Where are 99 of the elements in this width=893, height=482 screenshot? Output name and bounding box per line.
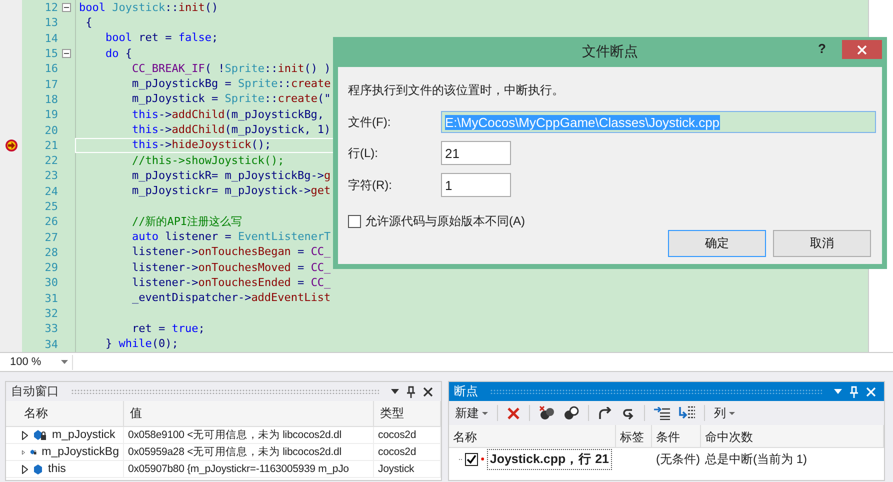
redo-arrow-icon[interactable]	[598, 406, 612, 420]
code-line: auto listener = EventListenerT	[130, 230, 331, 244]
line-number: 21	[44, 138, 58, 152]
caret-icon	[729, 412, 735, 414]
line-number: 27	[44, 230, 58, 244]
code-line: ret = true;	[130, 322, 205, 336]
breakpoint-name[interactable]: Joystick.cpp，行 21	[486, 448, 612, 470]
field-label: 字符(R):	[348, 176, 393, 194]
column-header[interactable]: 类型	[374, 401, 441, 427]
checkbox[interactable]	[348, 215, 361, 228]
variable-name: m_pJoystick	[52, 429, 116, 441]
code-line: {	[84, 16, 92, 30]
private-field-icon	[33, 429, 47, 441]
line-number: 17	[44, 78, 58, 91]
checkbox[interactable]	[464, 452, 478, 466]
line-number: 33	[44, 322, 58, 336]
line-number: 29	[44, 261, 58, 274]
columns-menu-button[interactable]: 列	[714, 404, 735, 422]
line-number: 14	[44, 32, 58, 45]
collapse-icon[interactable]	[62, 49, 71, 58]
line-number: 18	[44, 92, 58, 106]
line-number: 25	[44, 200, 58, 213]
code-line: listener->onTouchesBegan = CC_	[130, 245, 331, 260]
variable-value: 0x058e9100 <无可用信息，未为 libcocos2d.dl	[128, 428, 342, 442]
variable-type: cocos2d	[378, 446, 416, 458]
new-menu-button[interactable]: 新建	[455, 404, 488, 422]
column-header[interactable]: 名称	[449, 425, 616, 448]
line-number: 12	[44, 1, 58, 14]
dialog-message: 程序执行到文件的该位置时，中断执行。	[348, 82, 565, 99]
variable-value: 0x05907b80 {m_pJoystickr=-1163005939 m_pJo	[128, 463, 349, 475]
line-number: 15	[44, 47, 58, 60]
line-number: 26	[44, 215, 58, 228]
export-list-icon[interactable]	[654, 406, 670, 420]
panel-title: 断点	[454, 383, 478, 400]
line-number: 23	[44, 169, 58, 182]
collapse-icon[interactable]	[62, 3, 71, 12]
line-number: 31	[44, 292, 58, 305]
column-header[interactable]: 值	[124, 401, 374, 427]
line-number: 34	[44, 338, 58, 351]
close-icon[interactable]	[423, 386, 433, 396]
caret-icon	[482, 412, 488, 414]
line-number: 19	[44, 108, 58, 122]
variable-name: m_pJoystickBg	[42, 446, 119, 458]
delete-all-icon[interactable]	[539, 406, 555, 420]
line-number: 13	[44, 16, 58, 30]
code-line: do {	[104, 46, 132, 61]
variable-type: cocos2d	[378, 429, 416, 441]
field-label: 行(L):	[348, 144, 379, 162]
close-button[interactable]	[842, 40, 882, 59]
line-number: 20	[44, 124, 58, 137]
import-list-icon[interactable]	[679, 406, 695, 420]
code-line: //this->showJoystick();	[130, 154, 284, 168]
dialog-title: 文件断点	[582, 43, 638, 61]
code-line: this->addChild(m_pJoystick, 1)	[130, 123, 331, 138]
variable-name: this	[48, 463, 66, 475]
input-field[interactable]: 1	[441, 173, 511, 197]
line-number: 16	[44, 62, 58, 76]
line-number: 28	[44, 246, 58, 259]
line-number: 30	[44, 276, 58, 290]
code-line: _eventDispatcher->addEventList	[130, 291, 331, 306]
code-line: CC_BREAK_IF( !Sprite::init() )	[130, 62, 331, 76]
code-line: m_pJoystickR= m_pJoystickBg->g	[130, 168, 331, 183]
column-header[interactable]: 命中次数	[701, 425, 884, 448]
caret-icon	[61, 360, 68, 364]
object-icon	[33, 464, 43, 474]
code-line: listener->onTouchesMoved = CC_	[130, 260, 331, 275]
toggle-breakpoints-icon[interactable]	[564, 406, 579, 420]
code-line: } while(0);	[104, 337, 178, 352]
input-field[interactable]: 21	[441, 141, 511, 165]
dialog-button[interactable]: 确定	[668, 230, 766, 257]
code-line: m_pJoystickr= m_pJoystick->get	[130, 184, 331, 198]
line-number: 32	[44, 307, 58, 320]
column-header[interactable]: 标签	[616, 425, 652, 448]
code-line: //新的API注册这么写	[130, 214, 242, 229]
code-line: m_pJoystick = Sprite::create("	[130, 92, 331, 106]
checkbox-label[interactable]: 允许源代码与原始版本不同(A)	[365, 213, 525, 230]
panel-title: 自动窗口	[11, 383, 59, 400]
go-to-source-icon[interactable]	[621, 406, 635, 420]
hit-count: 总是中断(当前为 1)	[705, 450, 807, 468]
pin-icon[interactable]	[407, 386, 415, 398]
line-number: 22	[44, 154, 58, 168]
breakpoint-condition: (无条件)	[656, 450, 700, 468]
variable-value: 0x05959a28 <无可用信息，未为 libcocos2d.dl	[128, 445, 342, 459]
field-label: 文件(F):	[348, 114, 392, 130]
help-button[interactable]: ?	[818, 41, 826, 56]
column-header[interactable]: 名称	[6, 401, 124, 427]
close-icon	[857, 44, 867, 54]
delete-icon[interactable]	[507, 406, 520, 420]
column-header[interactable]: 条件	[652, 425, 701, 448]
code-line: bool Joystick::init()	[79, 0, 218, 15]
code-line: listener->onTouchesEnded = CC_	[130, 276, 331, 290]
code-line: bool ret = false;	[104, 31, 218, 46]
dropdown-icon[interactable]	[391, 389, 399, 394]
code-line: this->addChild(m_pJoystickBg,	[130, 108, 324, 122]
line-number: 24	[44, 184, 58, 198]
dialog-button[interactable]: 取消	[773, 230, 871, 257]
code-line: this->hideJoystick();	[130, 138, 272, 152]
variable-type: Joystick	[378, 463, 414, 475]
code-line: m_pJoystickBg = Sprite::create	[130, 77, 331, 92]
